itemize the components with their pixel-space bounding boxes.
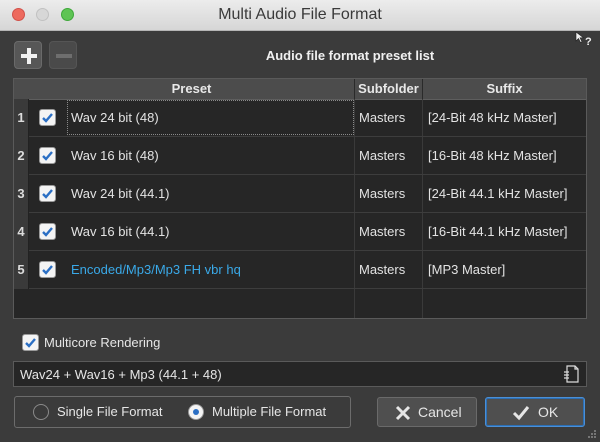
subfolder-value[interactable]: Masters [359, 99, 405, 136]
multicore-rendering-label[interactable]: Multicore Rendering [44, 335, 160, 350]
preset-name[interactable]: Wav 16 bit (44.1) [71, 213, 170, 250]
window-title: Multi Audio File Format [218, 6, 382, 23]
row-enabled-checkbox[interactable] [39, 185, 56, 202]
resize-grip-icon[interactable] [587, 429, 597, 439]
x-mark-icon [395, 405, 411, 421]
suffix-value[interactable]: [24-Bit 48 kHz Master] [428, 99, 557, 136]
suffix-value[interactable]: [MP3 Master] [428, 251, 505, 288]
row-number: 5 [14, 251, 29, 289]
table-header: Preset Subfolder Suffix [14, 79, 586, 100]
whats-this-help-icon[interactable]: ? [574, 30, 594, 53]
subfolder-value[interactable]: Masters [359, 175, 405, 212]
row-enabled-checkbox[interactable] [39, 261, 56, 278]
row-enabled-checkbox[interactable] [39, 109, 56, 126]
subfolder-value[interactable]: Masters [359, 213, 405, 250]
ok-button[interactable]: OK [485, 397, 585, 427]
multiple-file-format-radio[interactable] [188, 404, 204, 420]
row-number: 3 [14, 175, 29, 213]
checkmark-icon [42, 151, 53, 161]
suffix-value[interactable]: [16-Bit 48 kHz Master] [428, 137, 557, 174]
table-row[interactable]: 4 Wav 16 bit (44.1) Masters [16-Bit 44.1… [14, 213, 586, 251]
checkmark-icon [512, 406, 530, 421]
file-format-mode-group: Single File Format Multiple File Format [14, 396, 351, 428]
checkmark-icon [42, 189, 53, 199]
format-summary-text: Wav24 + Wav16 + Mp3 (44.1 + 48) [20, 367, 222, 382]
preset-list-caption: Audio file format preset list [265, 48, 435, 63]
checkmark-icon [42, 113, 53, 123]
format-summary-field[interactable]: Wav24 + Wav16 + Mp3 (44.1 + 48) [13, 361, 587, 387]
preset-name[interactable]: Wav 24 bit (44.1) [71, 175, 170, 212]
multicore-rendering-checkbox[interactable] [22, 334, 39, 351]
add-preset-button[interactable] [14, 41, 42, 69]
subfolder-value[interactable]: Masters [359, 137, 405, 174]
ok-button-label: OK [538, 404, 559, 420]
table-row[interactable]: 3 Wav 24 bit (44.1) Masters [24-Bit 44.1… [14, 175, 586, 213]
row-number: 2 [14, 137, 29, 175]
single-file-format-label: Single File Format [57, 404, 163, 419]
row-number: 1 [14, 99, 29, 137]
svg-text:?: ? [585, 36, 592, 48]
checkmark-icon [42, 227, 53, 237]
minus-icon [56, 54, 72, 58]
column-header-subfolder[interactable]: Subfolder [355, 81, 422, 96]
document-icon[interactable] [563, 365, 579, 383]
checkmark-icon [42, 265, 53, 275]
table-row[interactable]: 5 Encoded/Mp3/Mp3 FH vbr hq Masters [MP3… [14, 251, 586, 289]
row-enabled-checkbox[interactable] [39, 223, 56, 240]
row-number: 4 [14, 213, 29, 251]
preset-name[interactable]: Encoded/Mp3/Mp3 FH vbr hq [71, 251, 241, 288]
multiple-file-format-label: Multiple File Format [212, 404, 327, 419]
cancel-button[interactable]: Cancel [377, 397, 477, 427]
plus-icon [21, 48, 37, 64]
subfolder-value[interactable]: Masters [359, 251, 405, 288]
preset-name[interactable]: Wav 24 bit (48) [71, 99, 159, 136]
checkmark-icon [25, 338, 36, 348]
remove-preset-button[interactable] [49, 41, 77, 69]
table-row[interactable]: 2 Wav 16 bit (48) Masters [16-Bit 48 kHz… [14, 137, 586, 175]
table-row[interactable]: 1 Wav 24 bit (48) Masters [24-Bit 48 kHz… [14, 99, 586, 137]
single-file-format-radio[interactable] [33, 404, 49, 420]
cancel-button-label: Cancel [418, 404, 462, 420]
suffix-value[interactable]: [16-Bit 44.1 kHz Master] [428, 213, 567, 250]
column-header-preset[interactable]: Preset [29, 81, 354, 96]
title-bar: Multi Audio File Format [0, 0, 600, 31]
column-header-suffix[interactable]: Suffix [423, 81, 586, 96]
row-enabled-checkbox[interactable] [39, 147, 56, 164]
suffix-value[interactable]: [24-Bit 44.1 kHz Master] [428, 175, 567, 212]
preset-table[interactable]: Preset Subfolder Suffix 1 Wav 24 bit (48… [13, 78, 587, 319]
preset-name[interactable]: Wav 16 bit (48) [71, 137, 159, 174]
